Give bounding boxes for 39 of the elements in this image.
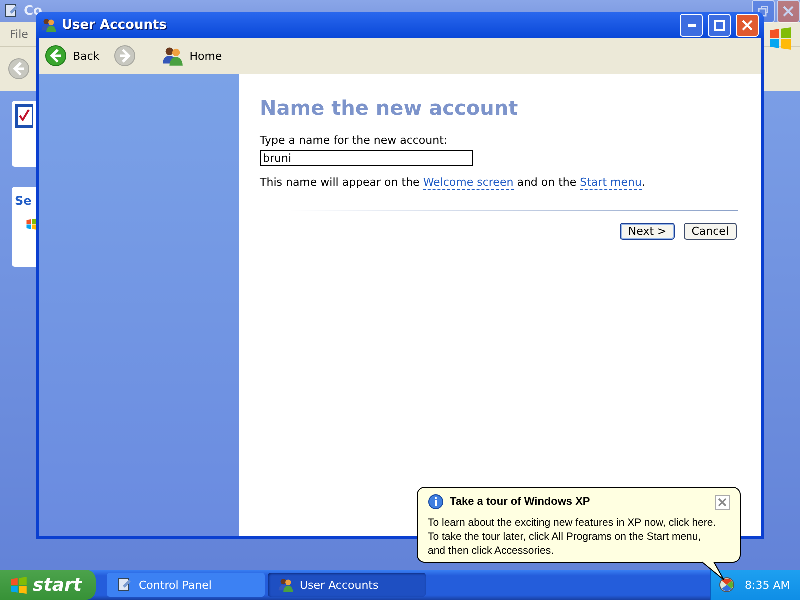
balloon-text: To learn about the exciting new features in XP now, click here. To take the tour later, click All Programs on the Start menu, and then click Accessories.: [428, 516, 718, 558]
balloon-pointer: [702, 561, 726, 581]
clock: 8:35 AM: [745, 578, 790, 592]
windows-logo-icon: [768, 26, 794, 50]
close-icon: [783, 6, 794, 17]
field-label: Type a name for the new account:: [260, 134, 449, 147]
panel-heading: Se: [14, 193, 33, 210]
start-button[interactable]: start: [0, 570, 96, 600]
note-text: This name will appear on the Welcome screen and on the Start menu.: [260, 176, 646, 189]
link[interactable]: Welcome screen: [423, 176, 514, 190]
menu-item[interactable]: File: [10, 28, 28, 40]
cancel-button[interactable]: Cancel: [684, 223, 737, 240]
control-panel-icon: [4, 3, 20, 19]
next-button[interactable]: Next >: [620, 223, 675, 240]
taskbar-button[interactable]: User Accounts: [268, 573, 426, 597]
users-icon: [162, 45, 184, 67]
users-icon: [278, 577, 294, 593]
close-icon: [718, 498, 727, 506]
maximize-icon: [714, 20, 725, 30]
close-icon: [742, 20, 753, 30]
info-icon: [428, 494, 444, 510]
minimize-icon: [688, 24, 696, 26]
back-button[interactable]: Back: [43, 43, 106, 69]
balloon-title: Take a tour of Windows XP: [450, 496, 592, 508]
users-icon: [41, 17, 57, 33]
minimize-button[interactable]: [680, 14, 703, 36]
name-field[interactable]: bruni: [260, 150, 473, 166]
restore-icon: [758, 6, 769, 17]
window-title: User Accounts: [62, 18, 168, 32]
close-button[interactable]: [715, 494, 730, 510]
tray-icon[interactable]: [719, 577, 735, 593]
home-button[interactable]: Home: [160, 43, 228, 69]
page-heading: Name the new account: [260, 96, 520, 120]
control-panel-icon: [117, 577, 133, 593]
taskbar-button[interactable]: Control Panel: [107, 573, 265, 597]
balloon-tooltip[interactable]: Take a tour of Windows XP To learn about the exciting new features in XP now, click here. To take the tour later, click All Programs on the Start menu, and then click Accessories.: [417, 487, 741, 563]
link[interactable]: Start menu: [580, 176, 642, 190]
windows-flag-icon: [10, 576, 28, 594]
maximize-button[interactable]: [708, 14, 731, 36]
